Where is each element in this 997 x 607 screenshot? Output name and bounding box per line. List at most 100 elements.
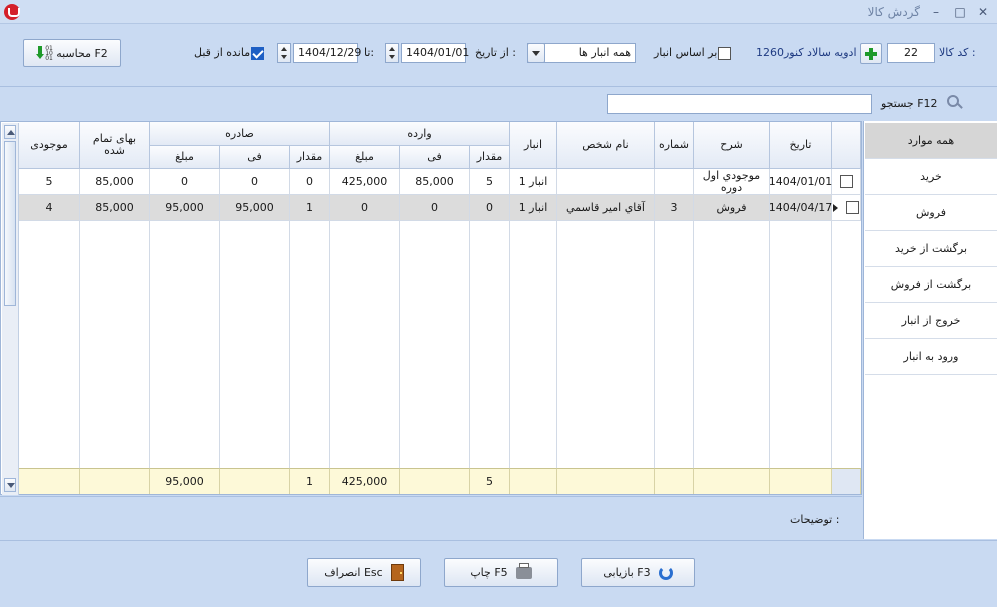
cell-out-qty: 0 xyxy=(290,169,330,195)
warehouse-dropdown-button[interactable] xyxy=(527,43,545,63)
close-icon[interactable]: ✕ xyxy=(975,4,991,20)
header-warehouse[interactable]: انبار xyxy=(510,122,557,169)
header-out-price[interactable]: فی xyxy=(220,146,290,169)
add-product-button[interactable] xyxy=(860,43,882,64)
product-name: ادویه سالاد کنور1260 xyxy=(756,46,857,59)
cell-date: 1404/04/17 xyxy=(769,195,832,221)
maximize-icon[interactable]: □ xyxy=(952,4,968,20)
exit-door-icon xyxy=(390,564,404,581)
product-code-label: کد کالا : xyxy=(939,46,976,59)
filter-warehouse-exit[interactable]: خروج از انبار xyxy=(865,303,997,339)
filter-panel: همه موارد خرید فروش برگشت از خرید برگشت … xyxy=(863,121,997,539)
to-date-label: تا: xyxy=(364,46,375,59)
current-row-icon xyxy=(833,203,842,212)
from-date-input[interactable]: 1404/01/01 xyxy=(401,43,469,63)
filter-sale-return[interactable]: برگشت از فروش xyxy=(865,267,997,303)
filter-warehouse-entry[interactable]: ورود به انبار xyxy=(865,339,997,375)
row-select-cell[interactable] xyxy=(832,169,861,195)
header-in-price[interactable]: فی xyxy=(400,146,470,169)
warehouse-select-value: همه انبار ها xyxy=(578,46,631,59)
refresh-button-label: بازیابی F3 xyxy=(603,566,651,579)
cell-description: فروش xyxy=(694,195,770,221)
header-group-incoming: وارده xyxy=(330,122,510,146)
scroll-thumb[interactable] xyxy=(4,141,16,306)
header-cost[interactable]: بهای تمام شده xyxy=(80,122,150,169)
from-date-label: از تاریخ : xyxy=(475,46,516,59)
header-in-amount[interactable]: مبلغ xyxy=(330,146,400,169)
notes-label: توضیحات : xyxy=(790,513,840,526)
cell-stock: 5 xyxy=(19,169,80,195)
header-group-outgoing: صادره xyxy=(150,122,330,146)
refresh-button[interactable]: بازیابی F3 xyxy=(581,558,695,587)
scroll-up-button[interactable] xyxy=(4,125,16,139)
header-stock[interactable]: موجودی xyxy=(19,122,80,169)
window-title: گردش کالا xyxy=(867,5,920,19)
minimize-icon[interactable]: – xyxy=(928,4,944,20)
chevron-down-icon xyxy=(532,51,540,56)
total-in-amount: 425,000 xyxy=(330,468,400,494)
cell-in-amount: 0 xyxy=(330,195,400,221)
vertical-scrollbar[interactable] xyxy=(2,123,19,495)
prev-balance-label: مانده از قبل xyxy=(194,46,251,59)
cell-person xyxy=(557,169,655,195)
cell-out-price: 0 xyxy=(220,169,290,195)
cell-out-qty: 1 xyxy=(290,195,330,221)
cell-out-amount: 0 xyxy=(150,169,220,195)
cell-number xyxy=(655,169,694,195)
cell-number: 3 xyxy=(655,195,694,221)
transactions-grid: تاریخ شرح شماره نام شخص انبار وارده مقدا… xyxy=(0,121,862,495)
print-button-label: چاپ F5 xyxy=(470,566,508,579)
calculate-button-label: محاسبه F2 xyxy=(56,46,108,60)
title-bar: گردش کالا – □ ✕ xyxy=(0,0,997,24)
total-in-qty: 5 xyxy=(470,468,510,494)
cell-out-amount: 95,000 xyxy=(150,195,220,221)
cell-date: 1404/01/01 xyxy=(769,169,832,195)
cell-warehouse: انبار 1 xyxy=(510,169,557,195)
header-out-qty[interactable]: مقدار xyxy=(290,146,330,169)
calculator-icon: 01 10 01 xyxy=(36,45,53,62)
header-date[interactable]: تاریخ xyxy=(770,122,832,169)
cell-in-price: 0 xyxy=(400,195,470,221)
toolbar: کد کالا : 22 ادویه سالاد کنور1260 بر اسا… xyxy=(0,25,997,87)
header-number[interactable]: شماره xyxy=(655,122,694,169)
product-code-input[interactable]: 22 xyxy=(887,43,935,63)
row-select-cell[interactable] xyxy=(832,195,861,221)
header-select xyxy=(832,122,861,169)
by-warehouse-label: بر اساس انبار xyxy=(654,46,718,59)
cancel-button[interactable]: انصراف Esc xyxy=(307,558,421,587)
calculate-button[interactable]: 01 10 01 محاسبه F2 xyxy=(23,39,121,67)
cancel-button-label: انصراف Esc xyxy=(324,566,383,579)
notes-area[interactable]: توضیحات : xyxy=(0,496,862,539)
cell-cost: 85,000 xyxy=(80,169,150,195)
cell-description: موجودي اول دوره xyxy=(694,169,770,195)
by-warehouse-checkbox[interactable] xyxy=(718,47,731,60)
search-row: جستجو F12 xyxy=(0,88,997,120)
cell-in-qty: 5 xyxy=(470,169,510,195)
filter-purchase-return[interactable]: برگشت از خرید xyxy=(865,231,997,267)
to-date-spinner[interactable] xyxy=(277,43,291,63)
row-checkbox[interactable] xyxy=(846,201,859,214)
print-button[interactable]: چاپ F5 xyxy=(444,558,558,587)
prev-balance-checkbox[interactable] xyxy=(251,47,264,60)
row-checkbox[interactable] xyxy=(839,175,853,188)
app-icon xyxy=(4,4,20,20)
cell-warehouse: انبار 1 xyxy=(510,195,557,221)
search-input[interactable] xyxy=(607,94,872,114)
cell-stock: 4 xyxy=(19,195,80,221)
from-date-spinner[interactable] xyxy=(385,43,399,63)
cell-cost: 85,000 xyxy=(80,195,150,221)
header-in-qty[interactable]: مقدار xyxy=(470,146,510,169)
to-date-input[interactable]: 1404/12/29 xyxy=(293,43,361,63)
scroll-down-button[interactable] xyxy=(4,478,16,492)
header-person[interactable]: نام شخص xyxy=(557,122,655,169)
total-out-amount: 95,000 xyxy=(150,468,220,494)
printer-icon xyxy=(515,562,532,579)
cell-out-price: 95,000 xyxy=(220,195,290,221)
header-description[interactable]: شرح xyxy=(694,122,770,169)
bottom-bar: بازیابی F3 چاپ F5 انصراف Esc xyxy=(0,540,997,607)
cell-in-price: 85,000 xyxy=(400,169,470,195)
header-out-amount[interactable]: مبلغ xyxy=(150,146,220,169)
filter-all[interactable]: همه موارد xyxy=(865,123,997,159)
filter-purchase[interactable]: خرید xyxy=(865,159,997,195)
filter-sale[interactable]: فروش xyxy=(865,195,997,231)
